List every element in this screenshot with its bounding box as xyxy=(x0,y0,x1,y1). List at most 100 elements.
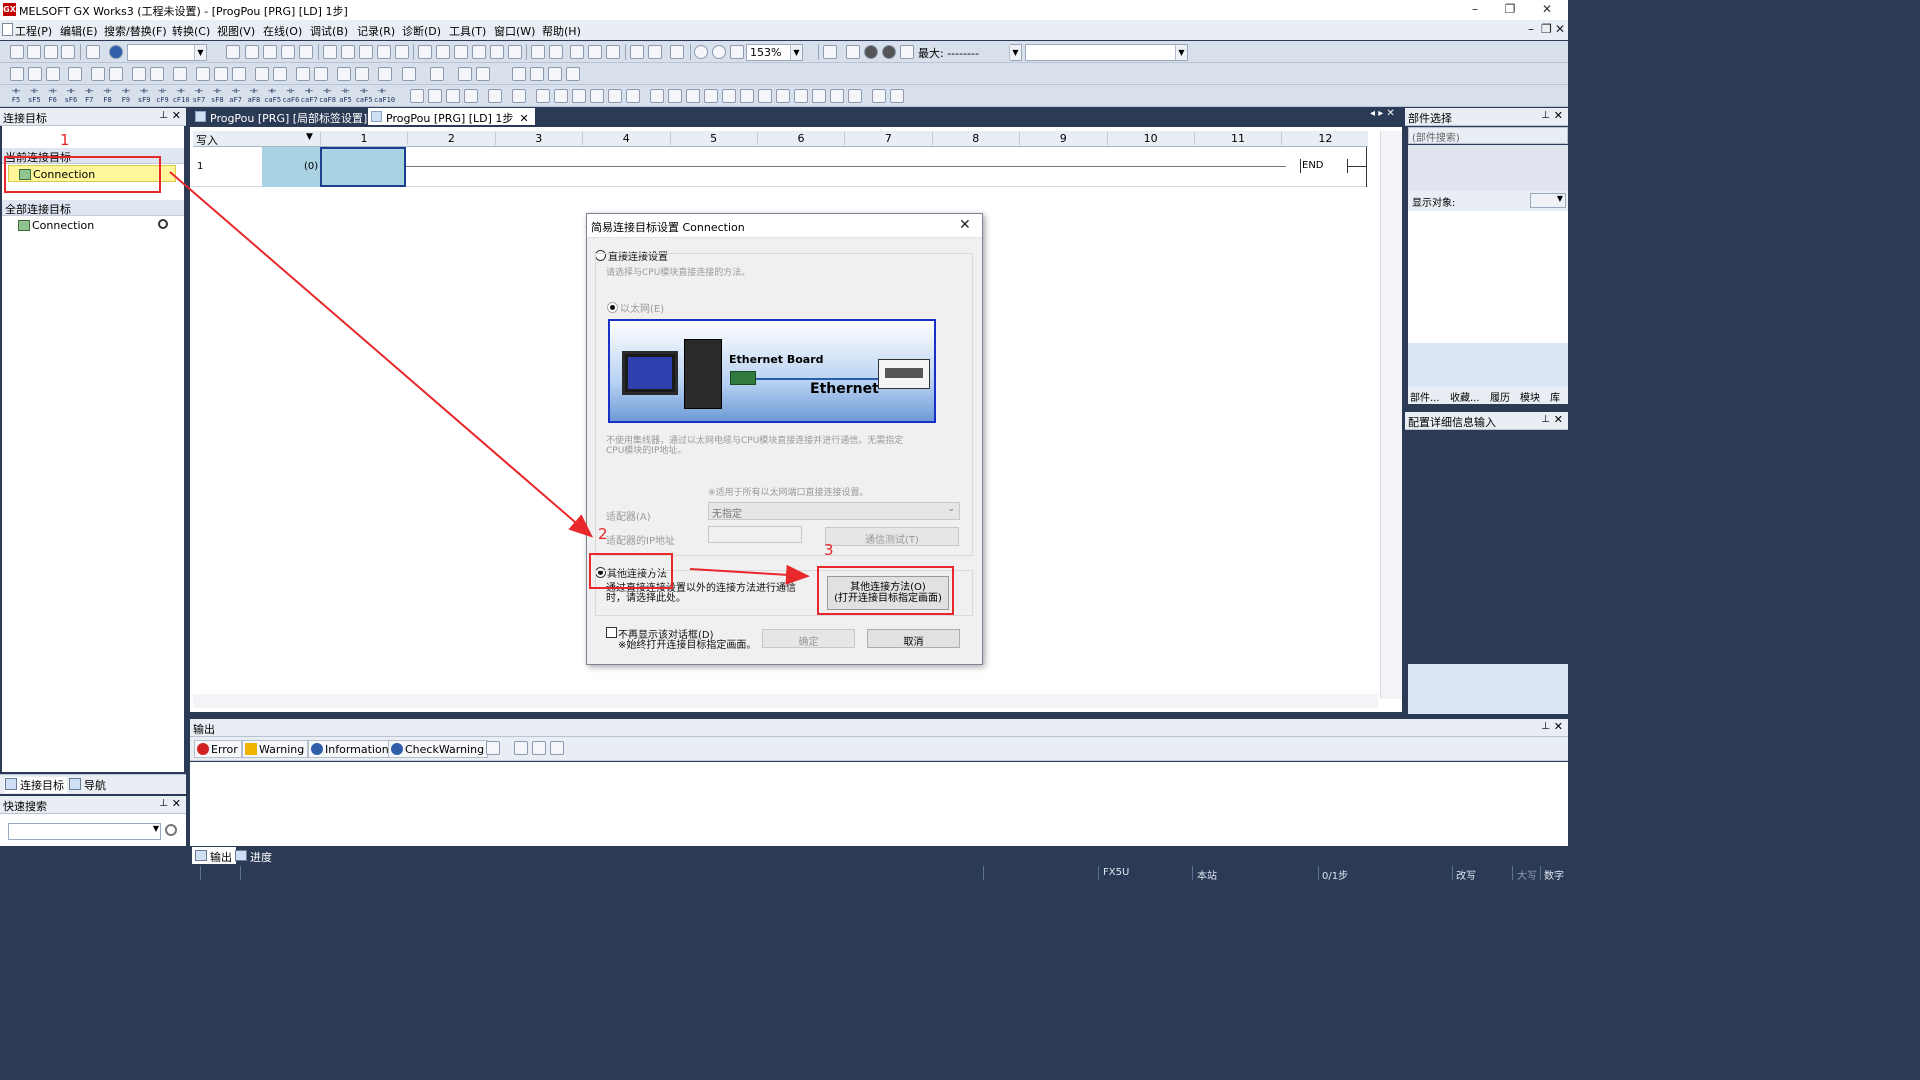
check-icon[interactable] xyxy=(395,45,409,59)
ladder-tool-25-icon[interactable] xyxy=(872,89,886,103)
ladder-symbol-button[interactable]: ⊣⊢ caF5 xyxy=(264,87,281,105)
help-icon[interactable] xyxy=(109,45,123,59)
output-list[interactable] xyxy=(190,762,1568,846)
ladder-symbol-button[interactable]: ⊣⊢ aF5 xyxy=(337,87,353,105)
fb-icon[interactable] xyxy=(46,67,60,81)
toolbar-combo-2[interactable]: ▼ xyxy=(1025,44,1188,61)
tab-ladder[interactable]: ProgPou [PRG] [LD] 1步 ✕ xyxy=(368,108,535,125)
ladder-symbol-button[interactable]: ⊣⊢ F9 xyxy=(118,87,134,105)
menu-online[interactable]: 在线(O) xyxy=(263,23,302,39)
all-connection-item[interactable]: Connection xyxy=(8,217,176,234)
verify-plc-icon[interactable] xyxy=(454,45,468,59)
tab-close-icon[interactable]: ✕ xyxy=(519,112,528,125)
find-next-icon[interactable] xyxy=(476,67,490,81)
cut-icon[interactable] xyxy=(226,45,240,59)
copy-icon[interactable] xyxy=(245,45,259,59)
compile-icon[interactable] xyxy=(359,45,373,59)
ladder-symbol-button[interactable]: ⊣⊢ sF7 xyxy=(191,87,207,105)
close-icon[interactable]: ✕ xyxy=(1554,413,1563,426)
ladder-tool-22-icon[interactable] xyxy=(812,89,826,103)
tab-navigation[interactable]: 导航 xyxy=(68,777,106,793)
search-icon[interactable] xyxy=(165,824,177,836)
checkwarning-filter-button[interactable]: CheckWarning xyxy=(388,740,489,758)
pin-icon[interactable]: ⊥ xyxy=(159,110,168,121)
label-icon[interactable] xyxy=(28,67,42,81)
convert-icon[interactable] xyxy=(323,45,337,59)
read-plc-icon[interactable] xyxy=(436,45,450,59)
adapter-ip-input[interactable] xyxy=(708,526,802,543)
menu-help[interactable]: 帮助(H) xyxy=(542,23,581,39)
max-select[interactable]: ▼ xyxy=(1009,44,1022,61)
find-icon[interactable] xyxy=(458,67,472,81)
ladder-symbol-button[interactable]: ⊣⊢ aF8 xyxy=(246,87,262,105)
close-icon[interactable]: ✕ xyxy=(1554,109,1563,122)
ladder-tool-17-icon[interactable] xyxy=(722,89,736,103)
ladder-symbol-button[interactable]: ⊣⊢ sF6 xyxy=(63,87,79,105)
ladder-tool-12-icon[interactable] xyxy=(626,89,640,103)
online-edit-icon[interactable] xyxy=(255,67,269,81)
dev-icon[interactable] xyxy=(173,67,187,81)
output-tool-1-icon[interactable] xyxy=(486,741,500,755)
error-filter-button[interactable]: Error xyxy=(194,740,242,758)
tab-output[interactable]: 输出 xyxy=(192,847,236,864)
search-device-icon[interactable] xyxy=(606,45,620,59)
ladder-symbol-button[interactable]: ⊣⊢ F6 xyxy=(45,87,61,105)
tab-library[interactable]: 库 xyxy=(1550,389,1560,404)
ladder-view-icon[interactable] xyxy=(68,67,82,81)
information-filter-button[interactable]: Information xyxy=(308,740,393,758)
redo-icon[interactable] xyxy=(299,45,313,59)
horizontal-scrollbar[interactable] xyxy=(193,694,1378,708)
ethernet-radio[interactable] xyxy=(607,302,618,313)
tab-scroll-icons[interactable]: ◂ ▸ ✕ xyxy=(1370,108,1395,119)
paste-icon[interactable] xyxy=(263,45,277,59)
zoom-select[interactable]: 153% ▼ xyxy=(746,44,803,61)
link-icon[interactable] xyxy=(86,45,100,59)
undo-icon[interactable] xyxy=(281,45,295,59)
balloon-icon[interactable] xyxy=(900,45,914,59)
tab-progress[interactable]: 进度 xyxy=(232,847,276,864)
ladder-tool-16-icon[interactable] xyxy=(704,89,718,103)
ok-icon[interactable] xyxy=(864,45,878,59)
ladder-tool-1-icon[interactable] xyxy=(410,89,424,103)
settings-icon[interactable] xyxy=(823,45,837,59)
ladder-tool-18-icon[interactable] xyxy=(740,89,754,103)
monitor-stop-icon[interactable] xyxy=(490,45,504,59)
warning-filter-button[interactable]: Warning xyxy=(242,740,309,758)
ladder-tool-5-icon[interactable] xyxy=(488,89,502,103)
comment-icon[interactable] xyxy=(296,67,310,81)
ladder-tool-9-icon[interactable] xyxy=(572,89,586,103)
close-icon[interactable]: ✕ xyxy=(172,109,181,122)
monitor-icon[interactable] xyxy=(508,45,522,59)
close-icon[interactable]: ✕ xyxy=(1554,720,1563,733)
binoculars-icon[interactable] xyxy=(132,67,146,81)
write-plc-icon[interactable] xyxy=(418,45,432,59)
ladder-symbol-button[interactable]: ⊣⊢ caF8 xyxy=(319,87,336,105)
tab-local-labels[interactable]: ProgPou [PRG] [局部标签设置] xyxy=(192,108,373,125)
cascade-icon[interactable] xyxy=(648,45,662,59)
tab-parts[interactable]: 部件... xyxy=(1410,389,1440,404)
menu-project[interactable]: 工程(P) xyxy=(15,23,52,39)
ladder-symbol-button[interactable]: ⊣⊢ caF6 xyxy=(283,87,300,105)
ladder-symbol-button[interactable]: ⊣⊢ caF10 xyxy=(374,87,395,105)
ladder-symbol-button[interactable]: ⊣⊢ caF7 xyxy=(301,87,318,105)
ladder-symbol-button[interactable]: ⊣⊢ cF10 xyxy=(173,87,190,105)
pin-icon[interactable]: ⊥ xyxy=(1541,110,1550,121)
window-icon[interactable] xyxy=(630,45,644,59)
ladder-symbol-button[interactable]: ⊣⊢ F8 xyxy=(100,87,116,105)
ladder-tool-7-icon[interactable] xyxy=(536,89,550,103)
ladder-symbol-button[interactable]: ⊣⊢ sF8 xyxy=(209,87,225,105)
ladder-tool-10-icon[interactable] xyxy=(590,89,604,103)
ladder-tool-4-icon[interactable] xyxy=(464,89,478,103)
menu-record[interactable]: 记录(R) xyxy=(357,23,395,39)
ladder-symbol-button[interactable]: ⊣⊢ sF5 xyxy=(26,87,42,105)
ladder-tool-21-icon[interactable] xyxy=(794,89,808,103)
display-select[interactable]: ▼ xyxy=(1530,193,1566,208)
rebuild-icon[interactable] xyxy=(377,45,391,59)
tab-connection-target[interactable]: 连接目标 xyxy=(4,777,67,793)
menu-search-replace[interactable]: 搜索/替换(F) xyxy=(104,23,167,39)
ladder-symbol-button[interactable]: ⊣⊢ caF5 xyxy=(356,87,373,105)
menu-diagnostics[interactable]: 诊断(D) xyxy=(402,23,441,39)
all-connections-section[interactable]: 全部连接目标 xyxy=(2,200,184,216)
convert-all-icon[interactable] xyxy=(341,45,355,59)
grid-d-icon[interactable] xyxy=(566,67,580,81)
